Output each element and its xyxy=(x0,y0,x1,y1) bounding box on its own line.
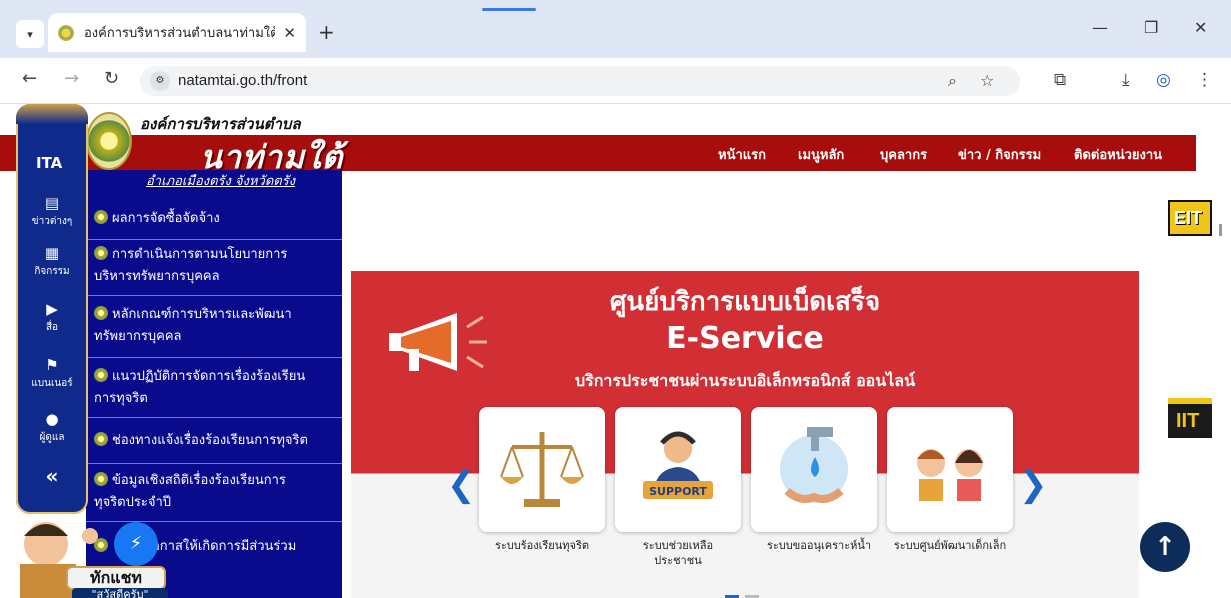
seal-bullet-icon xyxy=(94,306,108,320)
address-bar[interactable]: ⚙ natamtai.go.th/front ⌕ ☆ xyxy=(140,66,1020,96)
chevron-down-icon: ▾ xyxy=(27,27,33,41)
side-item-hr-policy[interactable]: การดำเนินการตามนโยบายการ บริหารทรัพยากรบุ… xyxy=(86,240,342,296)
side-item-hr-criteria[interactable]: หลักเกณฑ์การบริหารและพัฒนา ทรัพยากรบุคคล xyxy=(86,296,342,358)
ita-item-news[interactable]: ▤ ข่าวต่างๆ xyxy=(16,194,88,229)
play-icon: ▶ xyxy=(46,300,58,318)
nav-contact[interactable]: ติดต่อหน่วยงาน xyxy=(1074,144,1162,165)
seal-bullet-icon xyxy=(94,432,108,446)
seal-bullet-icon xyxy=(94,472,108,486)
minimize-button[interactable]: — xyxy=(1092,18,1108,37)
ita-sidebar: ITA ▤ ข่าวต่างๆ ▦ กิจกรรม ▶ สื่อ ⚑ แบนเนอร์ … xyxy=(16,104,88,514)
ita-item-banner[interactable]: ⚑ แบนเนอร์ xyxy=(16,356,88,391)
maximize-button[interactable]: ❐ xyxy=(1144,18,1158,37)
service-label-childcare[interactable]: ระบบศูนย์พัฒนาเด็กเล็ก xyxy=(882,538,1018,553)
download-icon[interactable]: ⤓ xyxy=(1122,70,1130,90)
side-item-complaint-channel[interactable]: ช่องทางแจ้งเรื่องร้องเรียนการทุจริต xyxy=(86,418,342,464)
service-label-water[interactable]: ระบบขออนุเคราะห์น้ำ xyxy=(751,538,887,553)
menu-icon[interactable]: ⋮ xyxy=(1196,70,1213,90)
org-subtitle: อำเภอเมืองตรัง จังหวัดตรัง xyxy=(146,174,296,189)
close-window-button[interactable]: ✕ xyxy=(1194,18,1207,37)
eit-badge[interactable]: EIT xyxy=(1168,200,1212,236)
back-to-top-button[interactable]: ↑ xyxy=(1140,522,1190,572)
water-tap-icon xyxy=(780,427,848,503)
ita-sidebar-crown xyxy=(16,104,88,124)
carousel-next-button[interactable]: ❯ xyxy=(1019,465,1048,505)
forward-icon[interactable]: → xyxy=(64,68,79,89)
messenger-chat-button[interactable]: ⚡ xyxy=(114,522,158,566)
top-nav-bar: หน้าแรก เมนูหลัก บุคลากร ข่าว / กิจกรรม … xyxy=(0,135,1196,171)
tab-strip: ▾ องค์การบริหารส่วนตำบลนาท่ามใต้ 69 ✕ + … xyxy=(0,0,1231,58)
site-info-icon[interactable]: ⚙ xyxy=(150,71,170,91)
eservice-banner: ศูนย์บริการแบบเบ็ดเสร็จ E-Service บริการ… xyxy=(351,271,1139,598)
seal-bullet-icon xyxy=(94,368,108,382)
messenger-icon: ⚡ xyxy=(129,533,143,554)
browser-toolbar: ← → ↻ ⚙ natamtai.go.th/front ⌕ ☆ ⧉ ⤓ ◎ ⋮ xyxy=(0,58,1231,104)
scroll-handle xyxy=(1219,224,1222,236)
children-icon xyxy=(917,449,983,501)
iit-badge[interactable]: IIT xyxy=(1168,398,1212,438)
url-text[interactable]: natamtai.go.th/front xyxy=(178,72,307,89)
banner-subtitle: E-Service xyxy=(666,321,824,356)
chat-greeting: "สวัสดีครับ" xyxy=(72,588,168,598)
nav-news-activities[interactable]: ข่าว / กิจกรรม xyxy=(958,144,1041,165)
extensions-icon[interactable]: ⧉ xyxy=(1054,70,1066,90)
ita-item-media[interactable]: ▶ สื่อ xyxy=(16,300,88,335)
new-tab-button[interactable]: + xyxy=(318,20,335,44)
service-card-citizen-support[interactable]: SUPPORT xyxy=(615,407,741,532)
collapse-button[interactable]: « xyxy=(16,464,88,488)
loading-indicator xyxy=(482,8,536,11)
support-badge: SUPPORT xyxy=(649,485,707,498)
carousel-prev-button[interactable]: ❮ xyxy=(447,465,476,505)
seal-bullet-icon xyxy=(94,210,108,224)
service-label-support[interactable]: ระบบช่วยเหลือประชาชน xyxy=(623,538,733,568)
chat-label[interactable]: ทักแชท xyxy=(66,566,166,590)
support-icon: SUPPORT xyxy=(643,431,713,499)
web-page: หน้าแรก เมนูหลัก บุคลากร ข่าว / กิจกรรม … xyxy=(0,104,1231,598)
bookmark-star-icon[interactable]: ☆ xyxy=(980,71,994,90)
browser-chrome: ▾ องค์การบริหารส่วนตำบลนาท่ามใต้ 69 ✕ + … xyxy=(0,0,1231,104)
ita-item-admin[interactable]: ● ผู้ดูแล xyxy=(16,410,88,445)
zoom-icon[interactable]: ⌕ xyxy=(948,71,957,91)
profile-icon[interactable]: ◎ xyxy=(1156,70,1171,90)
side-item-procurement-results[interactable]: ผลการจัดซื้อจัดจ้าง xyxy=(86,200,342,240)
service-label-corruption[interactable]: ระบบร้องเรียนทุจริต xyxy=(474,538,610,553)
tab-search-button[interactable]: ▾ xyxy=(16,20,44,48)
back-icon[interactable]: ← xyxy=(22,68,37,89)
banner-tagline: บริการประชาชนผ่านระบบอิเล็กทรอนิกส์ ออนไ… xyxy=(574,371,916,390)
org-seal-logo[interactable] xyxy=(86,112,132,170)
ita-logo[interactable]: ITA xyxy=(36,154,62,172)
newspaper-icon: ▤ xyxy=(44,194,60,212)
calendar-icon: ▦ xyxy=(44,244,60,262)
favicon-icon xyxy=(58,24,74,41)
nav-personnel[interactable]: บุคลากร xyxy=(880,144,927,165)
tab-title: องค์การบริหารส่วนตำบลนาท่ามใต้ 69 xyxy=(84,25,276,40)
scales-icon xyxy=(500,432,584,507)
nav-main-menu[interactable]: เมนูหลัก xyxy=(798,144,844,165)
ita-item-activities[interactable]: ▦ กิจกรรม xyxy=(16,244,88,279)
service-card-child-center[interactable] xyxy=(887,407,1013,532)
banner-title: ศูนย์บริการแบบเบ็ดเสร็จ xyxy=(609,287,881,317)
flag-icon: ⚑ xyxy=(45,356,59,374)
service-card-water-aid[interactable] xyxy=(751,407,877,532)
active-tab[interactable]: องค์การบริหารส่วนตำบลนาท่ามใต้ 69 ✕ xyxy=(48,13,306,52)
reload-icon[interactable]: ↻ xyxy=(104,68,119,89)
nav-home[interactable]: หน้าแรก xyxy=(718,144,766,165)
user-icon: ● xyxy=(45,410,59,428)
service-card-corruption-complaint[interactable] xyxy=(479,407,605,532)
side-item-complaint-guideline[interactable]: แนวปฏิบัติการจัดการเรื่องร้องเรียน การทุจ… xyxy=(86,358,342,418)
seal-bullet-icon xyxy=(94,246,108,260)
close-tab-icon[interactable]: ✕ xyxy=(283,24,296,42)
